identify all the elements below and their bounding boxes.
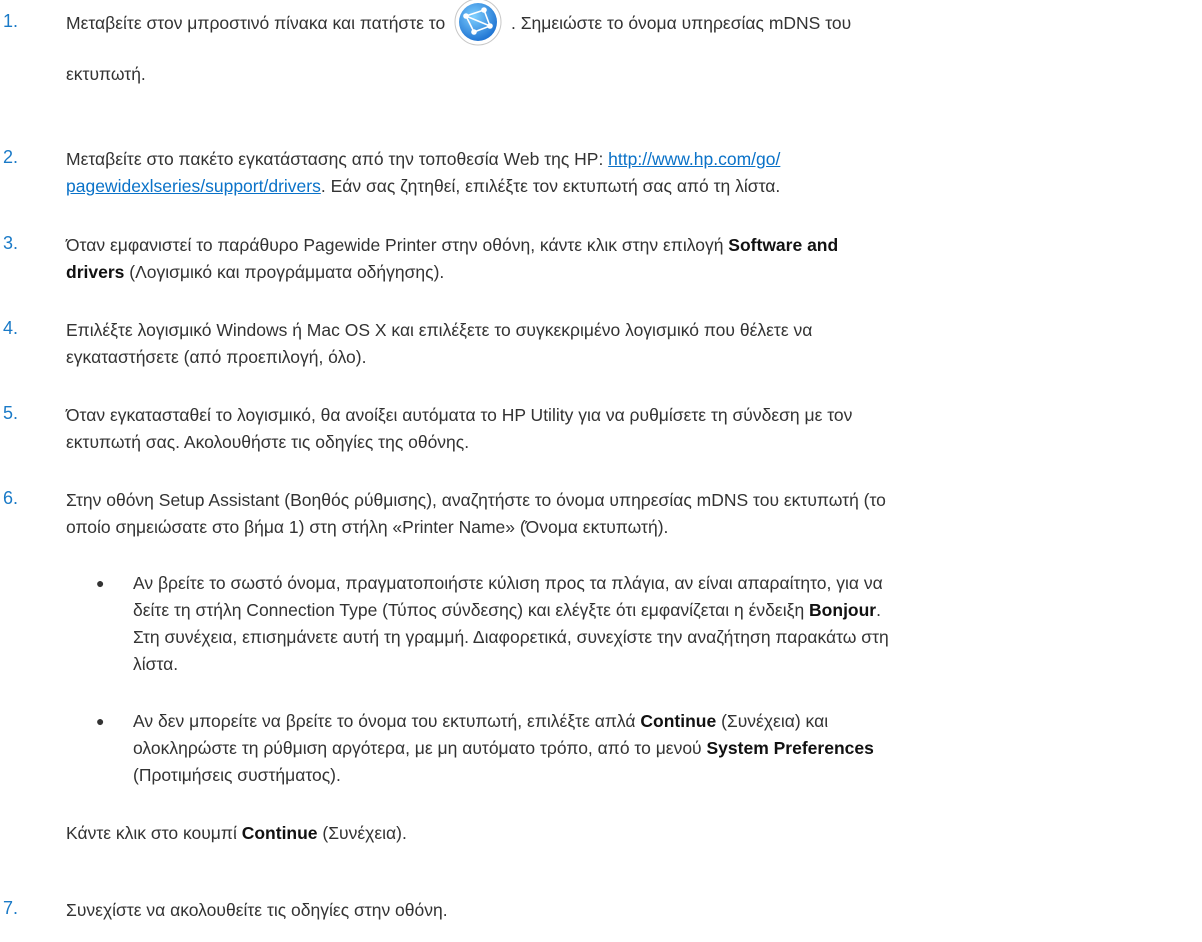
step-text: Κάντε κλικ στο κουμπί (66, 823, 242, 843)
step-number: 1. (3, 11, 19, 31)
step-number: 3. (3, 233, 19, 253)
step-text: (Συνέχεια). (317, 823, 407, 843)
continue-button-label: Continue (241, 823, 318, 843)
bullet-icon: ● (96, 713, 105, 729)
step-text: Μεταβείτε στον μπροστινό πίνακα και πατή… (66, 13, 446, 33)
step-text: (Λογισμικό και προγράμματα οδήγησης). (124, 262, 445, 282)
bullet-text: ολοκληρώστε τη ρύθμιση αργότερα, με μη α… (133, 738, 707, 758)
step-number: 6. (3, 488, 19, 508)
step-text: Μεταβείτε στο πακέτο εγκατάστασης από τη… (66, 149, 609, 169)
step-text: . Σημειώστε το όνομα υπηρεσίας mDNS του (510, 13, 852, 33)
step-number: 2. (3, 147, 19, 167)
step-text: εκτυπωτή σας. Ακολουθήστε τις οδηγίες τη… (66, 432, 470, 452)
bullet-text: (Προτιμήσεις συστήματος). (133, 765, 341, 785)
bullet-text: (Συνέχεια) και (716, 711, 829, 731)
step-text: εγκαταστήσετε (από προεπιλογή, όλο). (66, 347, 367, 367)
system-preferences-menu: System Preferences (706, 738, 874, 758)
step-text: οποίο σημειώσατε στο βήμα 1) στη στήλη «… (66, 517, 669, 537)
step-number: 4. (3, 318, 19, 338)
bullet-icon: ● (96, 575, 105, 591)
instruction-page: 1. Μεταβείτε στον μπροστινό πίνακα και π… (0, 0, 1202, 942)
bullet-text: δείτε τη στήλη Connection Type (Τύπος σύ… (133, 600, 810, 620)
bullet-text: λίστα. (133, 654, 179, 674)
step-number: 5. (3, 403, 19, 423)
bullet-text: Στη συνέχεια, επισημάνετε αυτή τη γραμμή… (133, 627, 889, 647)
step-text: Όταν εμφανιστεί το παράθυρο Pagewide Pri… (66, 235, 729, 255)
bonjour-label: Bonjour (809, 600, 877, 620)
step-text: . Εάν σας ζητηθεί, επιλέξτε τον εκτυπωτή… (320, 176, 781, 196)
step-text: Επιλέξτε λογισμικό Windows ή Mac OS X κα… (66, 320, 813, 340)
step-text: Όταν εγκατασταθεί το λογισμικό, θα ανοίξ… (66, 405, 853, 425)
software-and-drivers-option: Software and (728, 235, 839, 255)
software-and-drivers-option-continued: drivers (66, 262, 125, 282)
network-globe-icon (454, 0, 502, 46)
bullet-text: Αν βρείτε το σωστό όνομα, πραγματοποιήστ… (133, 573, 883, 593)
step-number: 7. (3, 898, 19, 918)
step-text: Στην οθόνη Setup Assistant (Βοηθός ρύθμι… (66, 490, 886, 510)
hp-drivers-link[interactable]: http://www.hp.com/go/ (608, 149, 780, 169)
hp-drivers-link-continued[interactable]: pagewidexlseries/support/drivers (66, 176, 321, 196)
bullet-text: Αν δεν μπορείτε να βρείτε το όνομα του ε… (133, 711, 641, 731)
bullet-text: . (876, 600, 881, 620)
step-text: εκτυπωτή. (66, 64, 146, 84)
step-text: Συνεχίστε να ακολουθείτε τις οδηγίες στη… (66, 900, 448, 920)
continue-option: Continue (640, 711, 717, 731)
